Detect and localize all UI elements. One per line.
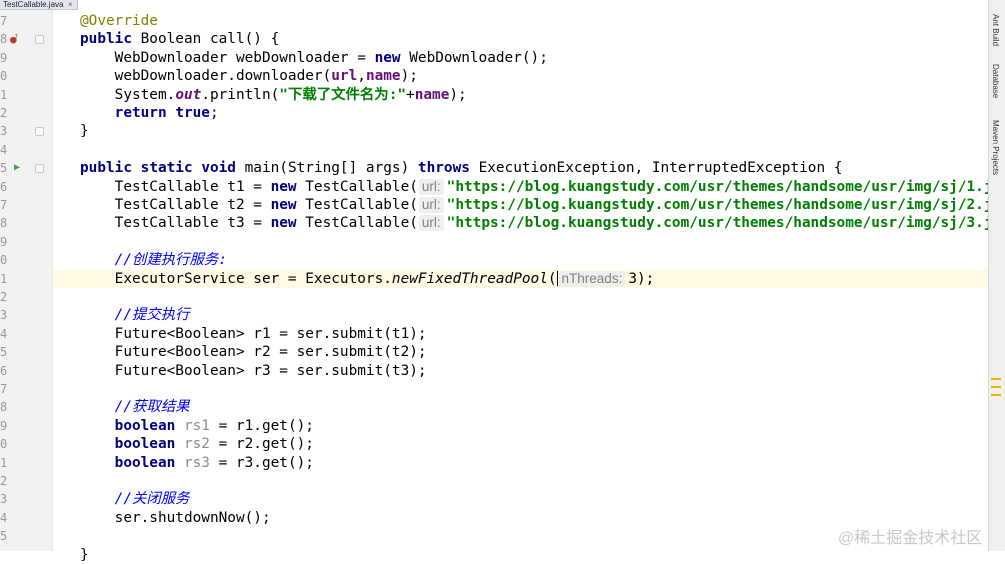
code-line-downloader-new[interactable]: WebDownloader webDownloader = new WebDow… (80, 49, 548, 67)
code-line-override[interactable]: @Override (80, 12, 158, 30)
line-number: 1 (0, 271, 8, 286)
code-line-close-brace[interactable]: } (80, 122, 89, 140)
code-line-r3[interactable]: Future<Boolean> r3 = ser.submit(t3); (80, 362, 427, 380)
code-line-executor-service[interactable]: ExecutorService ser = Executors.newFixed… (80, 270, 654, 288)
code-comment-get-result[interactable]: //获取结果 (80, 398, 190, 416)
parameter-hint-nthreads: nThreads: (558, 270, 626, 287)
line-number: 7 (0, 14, 8, 28)
fold-toggle-icon[interactable] (35, 35, 44, 44)
scrollbar-marker[interactable] (991, 386, 1001, 388)
code-line-rs2[interactable]: boolean rs2 = r2.get(); (80, 435, 314, 453)
fold-toggle-icon[interactable] (35, 164, 44, 173)
code-comment-submit[interactable]: //提交执行 (80, 306, 190, 324)
code-comment-close-service[interactable]: //关闭服务 (80, 490, 190, 508)
line-number: 7 (0, 198, 8, 212)
scrollbar-marker[interactable] (991, 378, 1001, 380)
line-number: 2 (0, 290, 8, 304)
fold-toggle-icon[interactable] (35, 127, 44, 136)
database-panel-button[interactable]: Database (991, 64, 1000, 98)
line-number: 5 (0, 345, 8, 360)
line-number: 5 (0, 161, 8, 176)
scrollbar-marker[interactable] (991, 394, 1001, 396)
code-comment-create-service[interactable]: //创建执行服务: (80, 251, 227, 269)
line-number: 0 (0, 253, 8, 268)
line-number: 9 (0, 234, 8, 249)
line-number: 2 (0, 474, 8, 488)
code-line-downloader-call[interactable]: webDownloader.downloader(url,name); (80, 67, 418, 85)
line-number: 4 (0, 142, 8, 157)
line-number: 4 (0, 510, 8, 525)
tab-close-icon[interactable]: × (68, 0, 73, 9)
line-number: 1 (0, 455, 8, 470)
code-line-shutdown[interactable]: ser.shutdownNow(); (80, 509, 271, 527)
line-number: 9 (0, 50, 8, 65)
line-number: 9 (0, 418, 8, 433)
code-line-close-brace[interactable]: } (80, 546, 89, 564)
watermark: @稀土掘金技术社区 (838, 530, 983, 547)
run-main-icon[interactable]: ▶ (14, 162, 20, 173)
code-line-r1[interactable]: Future<Boolean> r1 = ser.submit(t1); (80, 325, 427, 343)
code-line-t1[interactable]: TestCallable t1 = new TestCallable(url: "… (80, 178, 1005, 196)
override-arrow-icon: ↑ (14, 31, 19, 40)
parameter-hint-url: url: (418, 178, 444, 195)
line-number: 0 (0, 437, 8, 452)
editor-tab-testcallable[interactable]: TestCallable.java × (0, 0, 78, 10)
line-number: 2 (0, 106, 8, 120)
line-number: 3 (0, 308, 8, 323)
code-line-r2[interactable]: Future<Boolean> r2 = ser.submit(t2); (80, 343, 427, 361)
line-number: 7 (0, 382, 8, 396)
right-tool-window-bar: Ant Build Database Maven Projects (988, 0, 1005, 551)
line-number: 6 (0, 179, 8, 194)
line-number: 4 (0, 326, 8, 341)
ant-build-panel-button[interactable]: Ant Build (991, 14, 1000, 46)
line-number: 3 (0, 492, 8, 507)
line-number: 1 (0, 87, 8, 102)
parameter-hint-url: url: (418, 197, 444, 213)
line-number: 8 (0, 32, 8, 47)
code-line-rs1[interactable]: boolean rs1 = r1.get(); (80, 417, 314, 435)
line-number: 6 (0, 363, 8, 378)
code-line-call-declaration[interactable]: public Boolean call() { (80, 30, 279, 48)
line-number: 0 (0, 69, 8, 84)
code-line-t3[interactable]: TestCallable t3 = new TestCallable(url: "… (80, 214, 1005, 232)
code-line-println[interactable]: System.out.println("下载了文件名为:"+name); (80, 86, 467, 104)
code-line-t2[interactable]: TestCallable t2 = new TestCallable(url: "… (80, 196, 1005, 214)
line-number: 5 (0, 529, 8, 544)
text-caret (556, 270, 558, 286)
line-number: 3 (0, 124, 8, 139)
parameter-hint-url: url: (418, 215, 444, 232)
code-line-rs3[interactable]: boolean rs3 = r3.get(); (80, 454, 314, 472)
maven-projects-panel-button[interactable]: Maven Projects (991, 120, 1000, 175)
line-number: 8 (0, 216, 8, 231)
tab-filename: TestCallable.java (3, 0, 64, 9)
line-number: 8 (0, 400, 8, 415)
code-line-return[interactable]: return true; (80, 104, 219, 122)
code-line-main-declaration[interactable]: public static void main(String[] args) t… (80, 159, 842, 177)
